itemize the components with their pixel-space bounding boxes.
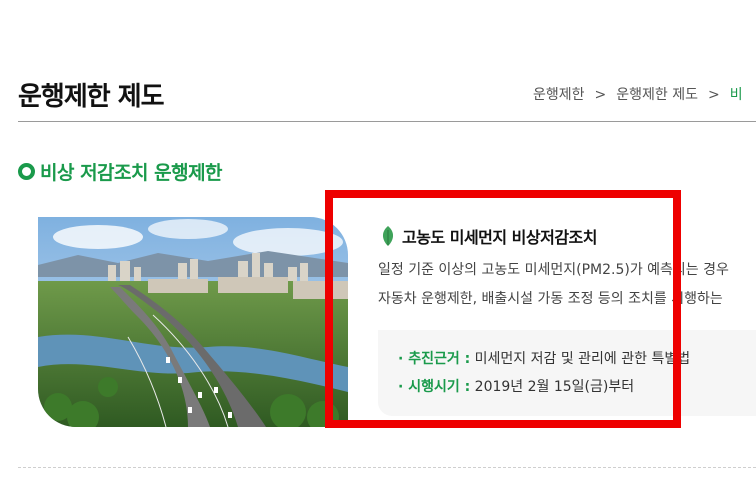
highway-city-photo [38, 217, 348, 427]
breadcrumb-separator: > [594, 87, 607, 103]
breadcrumb: 운행제한 > 운행제한 제도 > 비 [533, 84, 743, 104]
page-title: 운행제한 제도 [18, 82, 165, 112]
breadcrumb-item-current[interactable]: 비 [730, 87, 743, 103]
section-heading-label: 비상 저감조치 운행제한 [40, 161, 223, 184]
breadcrumb-item-1[interactable]: 운행제한 [533, 87, 585, 103]
section-heading: 비상 저감조치 운행제한 [18, 158, 223, 184]
highlight-box [325, 190, 681, 428]
bottom-divider [18, 467, 756, 468]
ring-bullet-icon [18, 162, 35, 180]
breadcrumb-item-2[interactable]: 운행제한 제도 [616, 87, 698, 103]
breadcrumb-separator: > [708, 87, 720, 103]
title-divider [18, 121, 756, 122]
